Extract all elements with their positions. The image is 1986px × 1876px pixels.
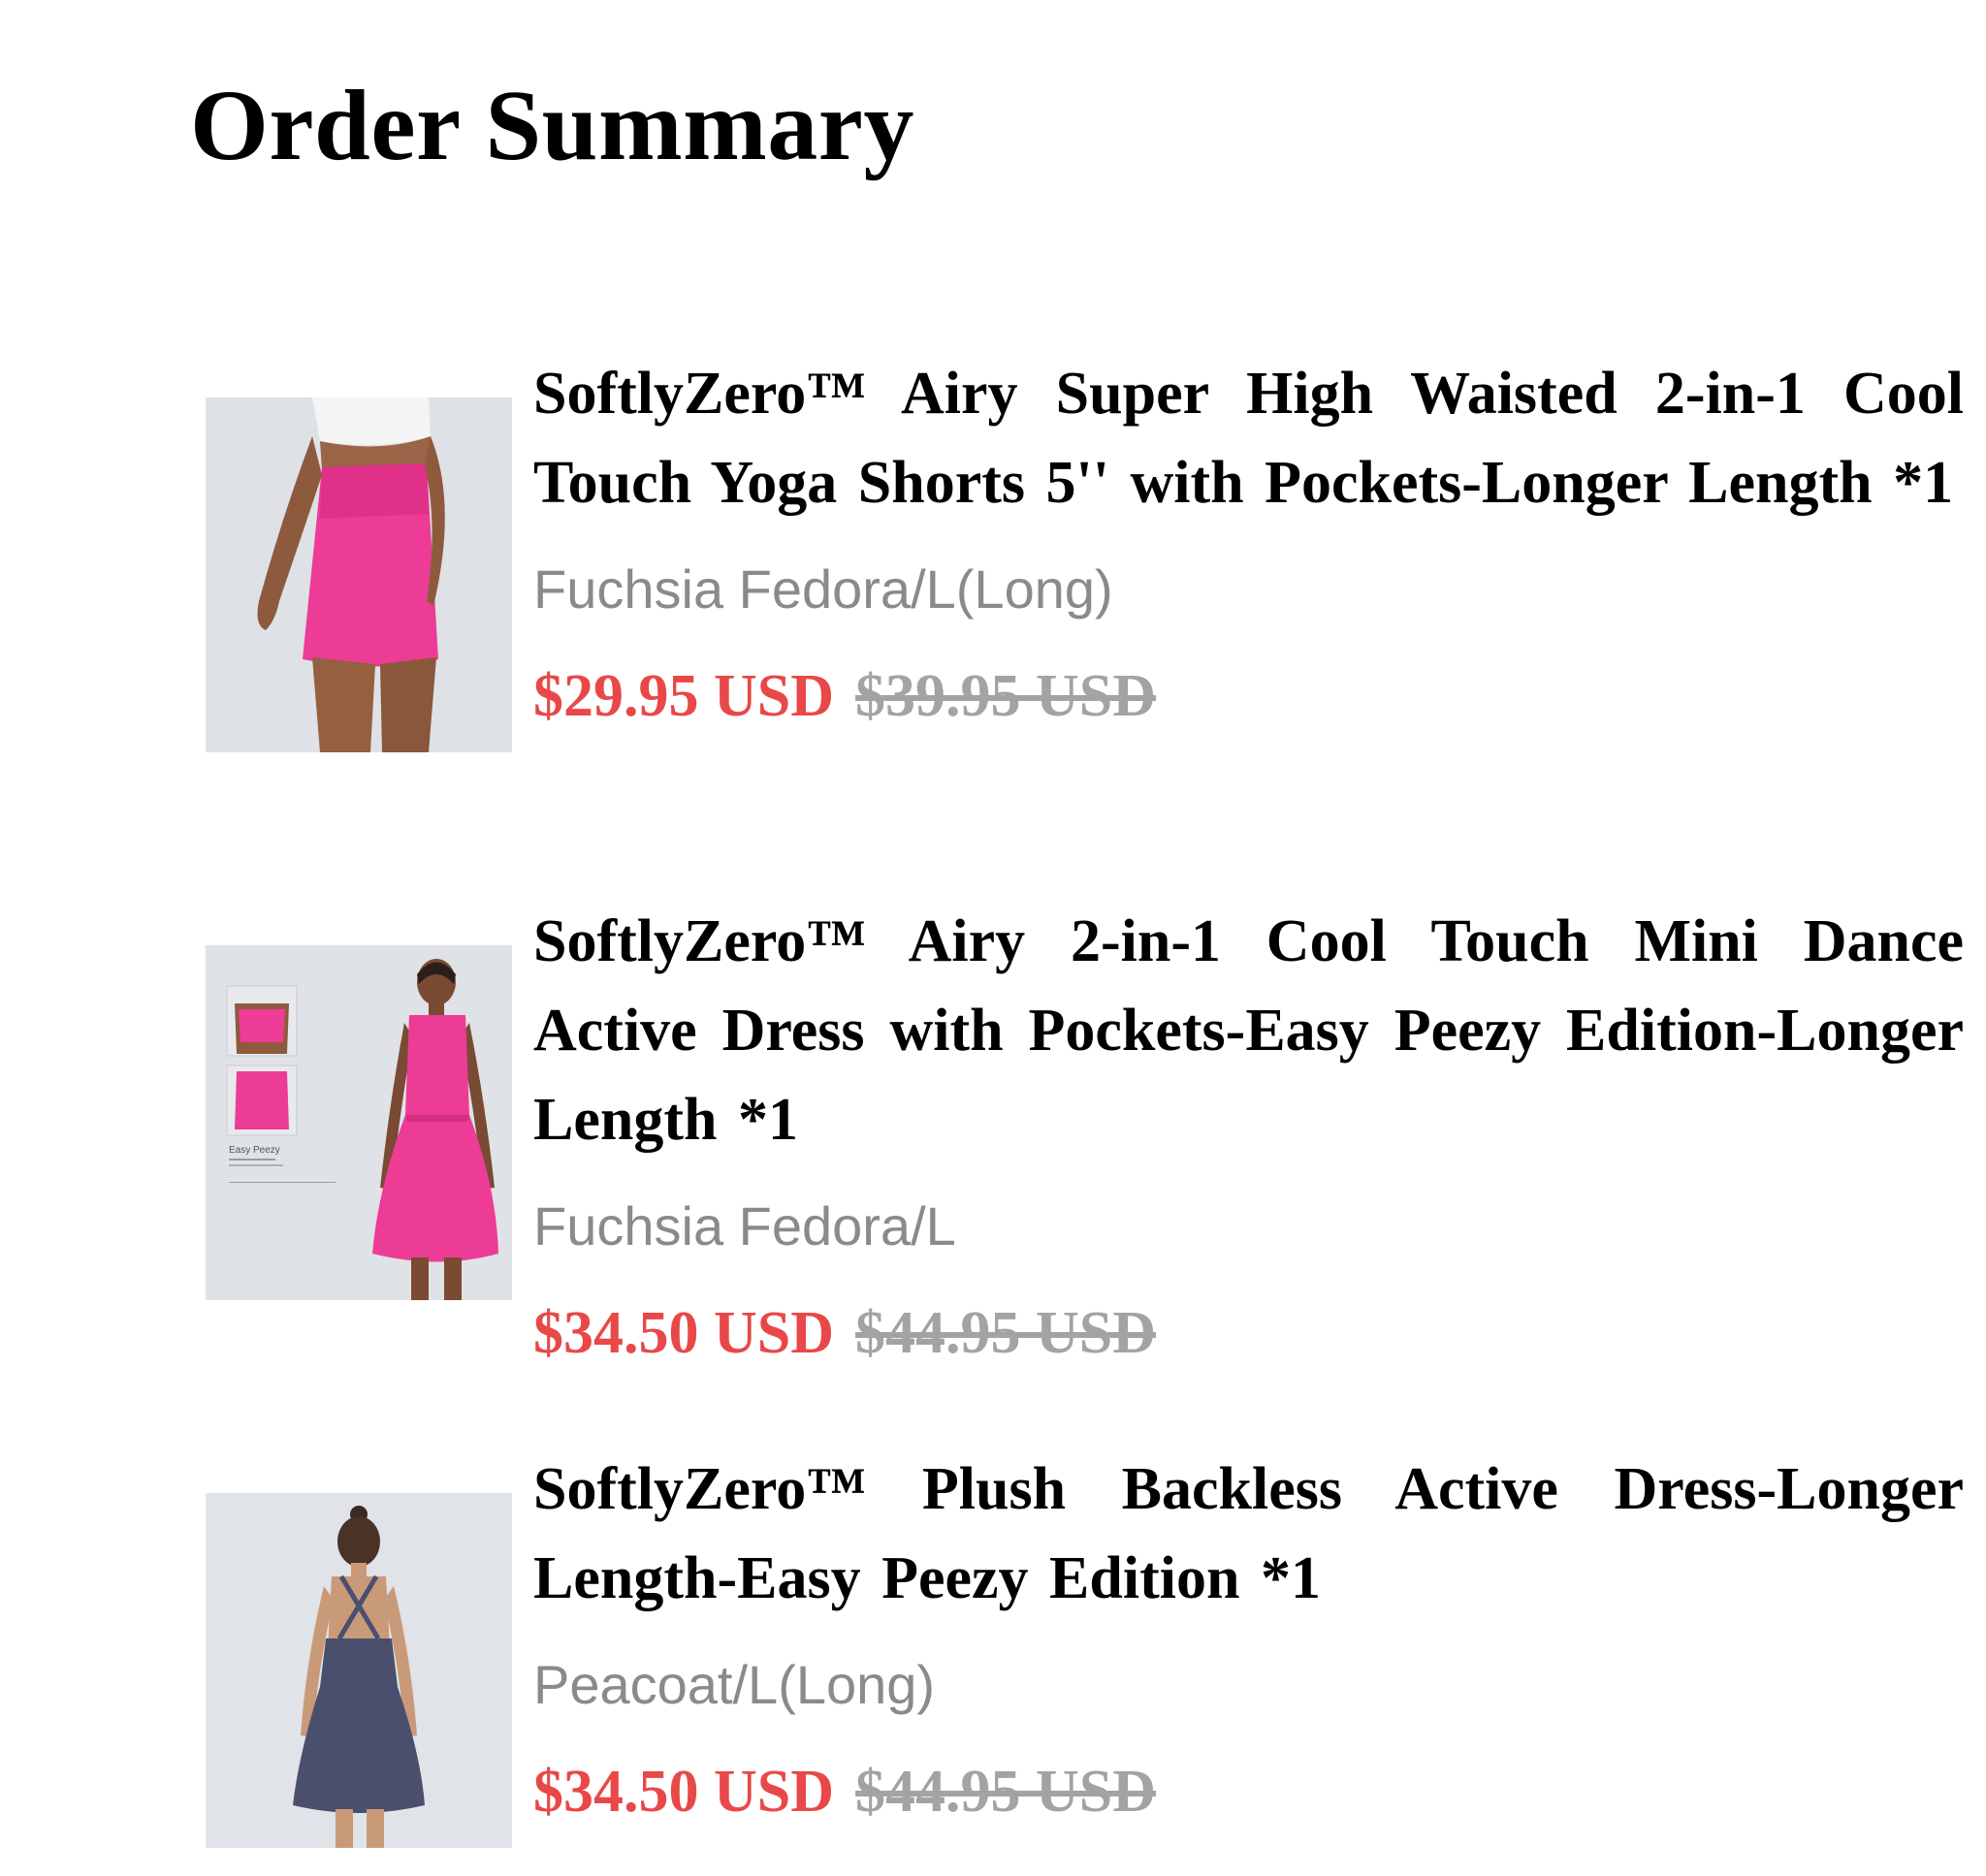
image-caption: Easy Peezy (229, 1145, 280, 1156)
price-row: $34.50 USD $44.95 USD (533, 1757, 1964, 1827)
sale-price: $34.50 USD (533, 1759, 835, 1825)
product-variant: Fuchsia Fedora/L (533, 1195, 956, 1256)
product-variant: Peacoat/L(Long) (533, 1654, 936, 1715)
original-price: $39.95 USD (855, 663, 1157, 729)
price-row: $34.50 USD $44.95 USD (533, 1298, 1964, 1368)
product-image[interactable] (206, 397, 512, 752)
backless-dress-photo-icon (206, 1493, 512, 1848)
dress-photo-icon: Easy Peezy (206, 945, 512, 1300)
product-title[interactable]: SoftlyZero™ Airy 2-in-1 Cool Touch Mini … (533, 897, 1964, 1164)
original-price: $44.95 USD (855, 1300, 1157, 1366)
product-image[interactable] (206, 1493, 512, 1848)
sale-price: $29.95 USD (533, 663, 835, 729)
shorts-photo-icon (206, 397, 512, 752)
page-title: Order Summary (190, 70, 914, 181)
product-variant: Fuchsia Fedora/L(Long) (533, 558, 1113, 620)
price-row: $29.95 USD $39.95 USD (533, 661, 1964, 731)
sale-price: $34.50 USD (533, 1300, 835, 1366)
product-title[interactable]: SoftlyZero™ Plush Backless Active Dress-… (533, 1445, 1964, 1623)
product-image[interactable]: Easy Peezy (206, 945, 512, 1300)
product-title[interactable]: SoftlyZero™ Airy Super High Waisted 2-in… (533, 349, 1964, 527)
original-price: $44.95 USD (855, 1759, 1157, 1825)
